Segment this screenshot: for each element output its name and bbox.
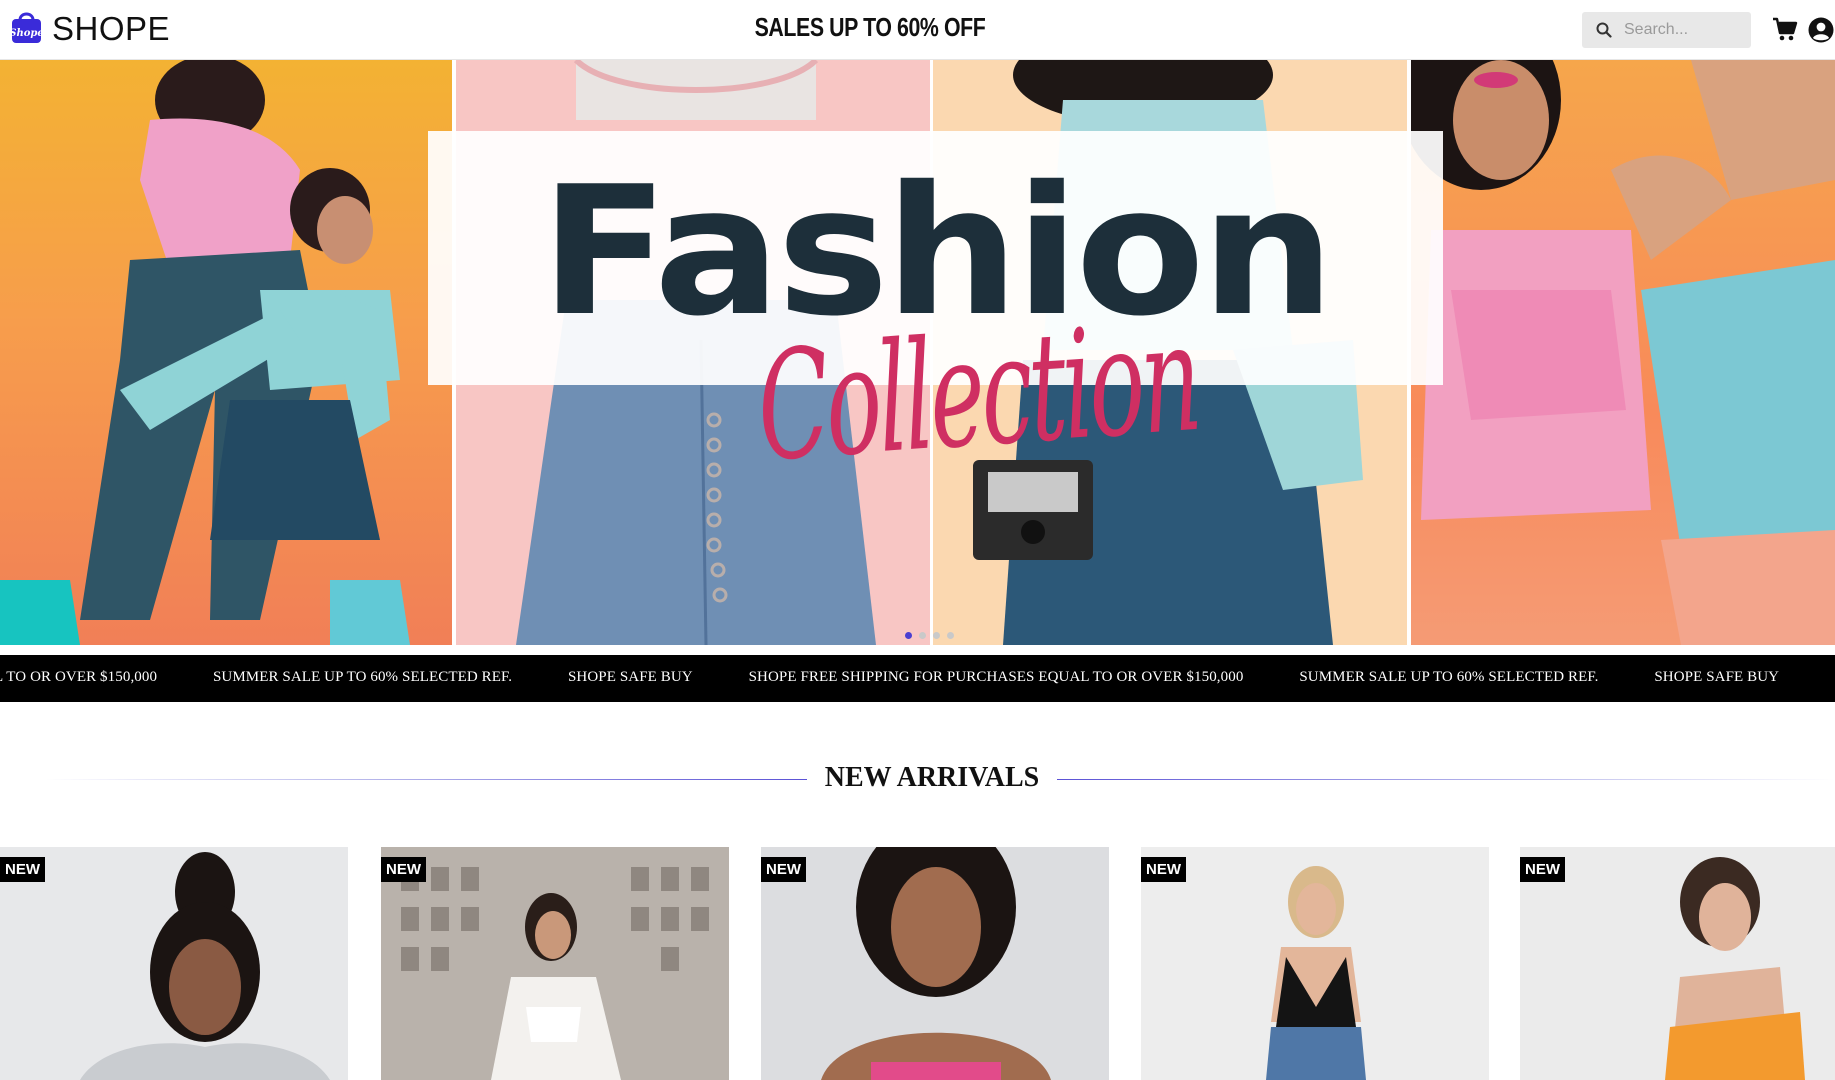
product-card-2[interactable]: NEW [381,847,729,1080]
cart-icon[interactable] [1772,17,1798,42]
product-image [1665,857,1805,1080]
new-arrivals-heading: NEW ARRIVALS [0,760,1835,800]
search-input[interactable] [1624,18,1744,42]
product-image [381,847,729,1080]
new-badge: NEW [381,857,426,882]
product-card-5[interactable]: NEW [1520,847,1835,1080]
product-image [1266,866,1366,1080]
hero-photo-panel-1 [0,60,452,645]
new-badge: NEW [761,857,806,882]
ticker-item: CHASES EQUAL TO OR OVER $150,000 [0,669,158,685]
carousel-dot-1[interactable] [905,632,912,639]
carousel-indicators [905,626,961,639]
site-header: Shope SHOPE SALES UP TO 60% OFF [0,0,1835,60]
promo-ticker: CHASES EQUAL TO OR OVER $150,000 SUMMER … [0,655,1835,702]
heading-divider-right [1057,779,1835,780]
hero-carousel[interactable]: Fashion Collection [0,60,1835,645]
ticker-item: SUMMER SALE UP TO 60% SELECTED REF. [1299,669,1599,685]
ticker-track: CHASES EQUAL TO OR OVER $150,000 SUMMER … [0,669,1831,686]
ticker-item: SHOPE SAFE BUY [567,669,693,685]
carousel-dot-3[interactable] [933,632,940,639]
carousel-dot-4[interactable] [947,632,954,639]
heading-divider-left [45,779,807,780]
product-card-3[interactable]: NEW [761,847,1109,1080]
user-account-icon[interactable] [1808,17,1834,43]
shopping-bag-logo-icon[interactable]: Shope [9,8,44,44]
hero-script-subtitle: Collection [752,290,1203,496]
new-badge: NEW [1141,857,1186,882]
promo-banner-text: SALES UP TO 60% OFF [754,12,986,42]
ticker-item: SUMMER SALE UP TO 60% SELECTED REF. [212,669,513,685]
search-box[interactable] [1582,12,1751,48]
section-title: NEW ARRIVALS [824,762,1040,793]
product-grid: NEW NEW NEW NEW NEW [0,847,1835,1080]
product-image [821,847,1051,1080]
product-card-4[interactable]: NEW [1141,847,1489,1080]
logo-mark-text: Shope [9,28,44,39]
ticker-item: SHOPE SAFE BUY [1654,669,1780,685]
hero-photo-panel-4 [1411,60,1835,645]
new-badge: NEW [1520,857,1565,882]
product-card-1[interactable]: NEW [0,847,348,1080]
product-image [80,852,330,1080]
new-badge: NEW [0,857,45,882]
ticker-item: SHOPE FREE SHIPPING FOR PURCHASES EQUAL … [748,669,1244,685]
carousel-dot-2[interactable] [919,632,926,639]
brand-name[interactable]: SHOPE [52,9,170,49]
search-icon [1596,22,1612,38]
